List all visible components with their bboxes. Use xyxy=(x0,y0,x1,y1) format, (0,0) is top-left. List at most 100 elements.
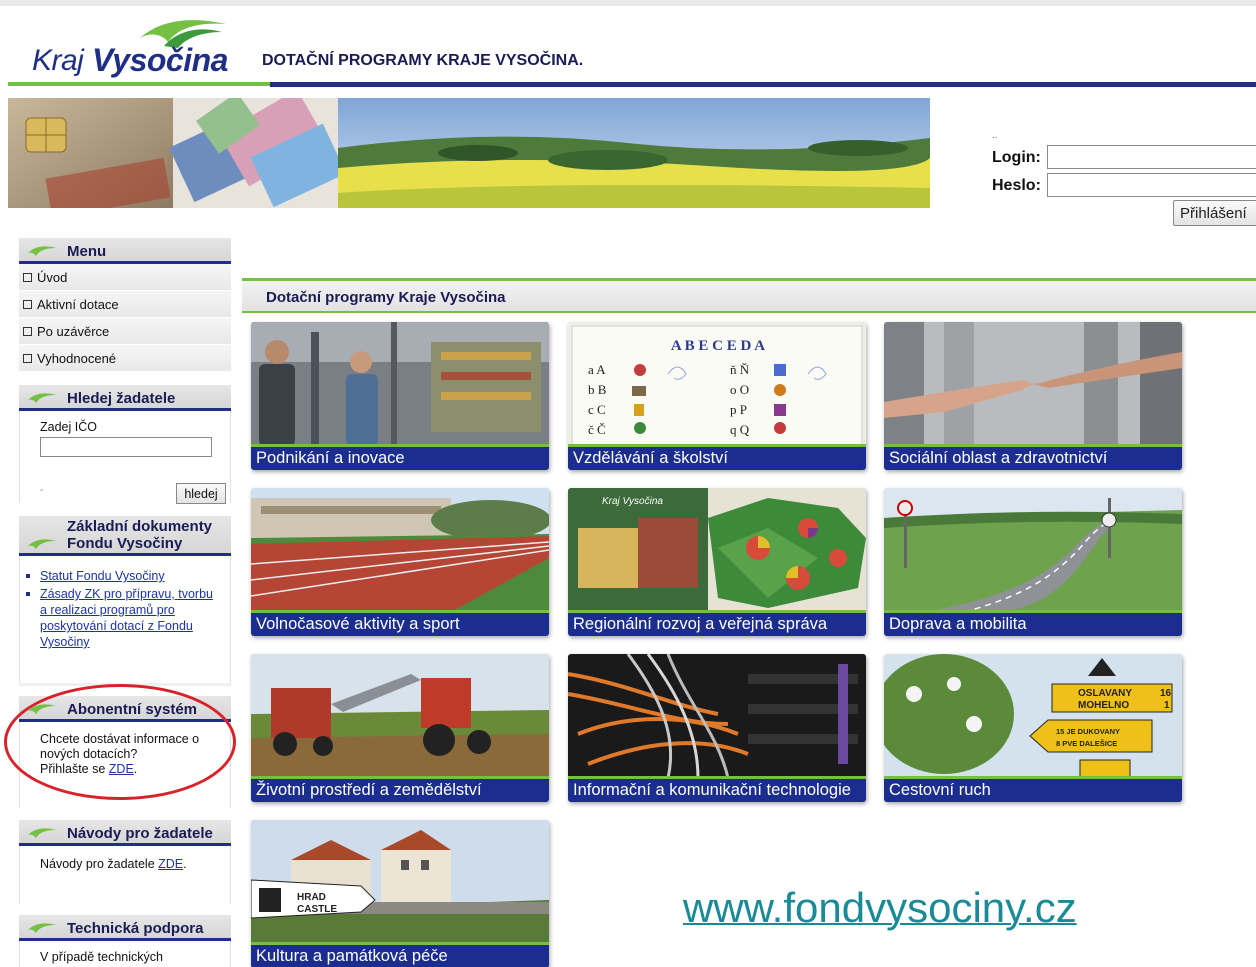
abeceda-title: A B E C E D A xyxy=(671,338,765,354)
header-banner-image xyxy=(8,98,930,208)
header-divider-navy xyxy=(270,82,1256,87)
sidebar-documents-header: Základní dokumenty Fondu Vysočiny xyxy=(19,516,231,556)
tile-image: OSLAVANY 16 MOHELNO 1 15 JE DUKOVANY 8 P… xyxy=(884,654,1182,778)
subscription-signup-text: Přihlašte se xyxy=(40,762,109,776)
sidebar-item-aktivni-dotace[interactable]: Aktivní dotace xyxy=(19,291,231,318)
checkbox-square-icon xyxy=(23,273,32,282)
tile-label: Cestovní ruch xyxy=(884,776,1182,802)
support-body: V případě technických xyxy=(19,941,231,967)
tile-vzdelavani-a-skolstvi[interactable]: A B E C E D A a A b B c C č Č ň Ň o O p … xyxy=(568,322,866,470)
tile-label: Volnočasové aktivity a sport xyxy=(251,610,549,636)
abeceda-right-1: o O xyxy=(730,382,749,397)
castle-sign2-text: CASTLE xyxy=(297,904,337,915)
tile-regionalni-rozvoj-a-verejna-sprava[interactable]: Kraj Vysočina Regionální rozvoj a veřejn… xyxy=(568,488,866,636)
login-dots: .. xyxy=(992,130,998,141)
list-item: Zásady ZK pro přípravu, tvorbu a realiza… xyxy=(26,586,220,650)
tile-label: Regionální rozvoj a veřejná správa xyxy=(568,610,866,636)
sidebar-item-uvod[interactable]: Úvod xyxy=(19,264,231,291)
abeceda-left-2: c C xyxy=(588,402,606,417)
sign-top2-num: 1 xyxy=(1164,700,1170,711)
bird-swoosh-icon xyxy=(28,828,56,838)
tile-image xyxy=(568,654,866,778)
tile-label: Kultura a památková péče xyxy=(251,942,549,967)
sidebar-guides-header: Návody pro žadatele xyxy=(19,820,231,846)
documents-title-line1: Základní dokumenty xyxy=(67,518,213,535)
subscription-zde-link[interactable]: ZDE xyxy=(109,762,134,776)
subscription-text: Chcete dostávat informace o nových dotac… xyxy=(40,732,200,761)
tile-image xyxy=(251,654,549,778)
login-submit-button[interactable]: Přihlášení xyxy=(1173,200,1256,226)
subscription-body: Chcete dostávat informace o nových dotac… xyxy=(19,722,231,808)
abeceda-left-1: b B xyxy=(588,382,607,397)
site-title: DOTAČNÍ PROGRAMY KRAJE VYSOČINA. xyxy=(262,52,584,69)
sidebar-documents: Základní dokumenty Fondu Vysočiny Statut … xyxy=(19,516,231,686)
sign-top2-text: MOHELNO xyxy=(1078,700,1129,711)
subscription-signup: Přihlašte se ZDE. xyxy=(40,762,220,777)
login-input[interactable] xyxy=(1047,145,1256,169)
abeceda-right-3: q Q xyxy=(730,422,750,437)
tile-zivotni-prostredi-a-zemedelstvi[interactable]: Životní prostředí a zemědělství xyxy=(251,654,549,802)
tile-label: Vzdělávání a školství xyxy=(568,444,866,470)
sidebar-menu: Menu Úvod Aktivní dotace Po uzávěrce Vyh… xyxy=(19,238,231,372)
statut-fondu-link[interactable]: Statut Fondu Vysočiny xyxy=(40,569,165,583)
guides-zde-link[interactable]: ZDE xyxy=(158,857,183,871)
sidebar-support-title: Technická podpora xyxy=(67,920,204,937)
tile-informacni-a-komunikacni-technologie[interactable]: Informační a komunikační technologie xyxy=(568,654,866,802)
sidebar-item-label: Aktivní dotace xyxy=(37,297,119,312)
sidebar-item-label: Po uzávěrce xyxy=(37,324,110,339)
tile-kultura-a-pamatkova-pece[interactable]: HRAD CASTLE Kultura a památková péče xyxy=(251,820,549,967)
tile-podnikani-a-inovace[interactable]: Podnikání a inovace xyxy=(251,322,549,470)
sign-left2-text: 8 PVE DALEŠICE xyxy=(1056,739,1117,748)
sidebar-menu-title: Menu xyxy=(67,243,107,260)
search-body: Zadej IČO - hledej xyxy=(19,411,231,504)
tile-image: HRAD CASTLE xyxy=(251,820,549,944)
page-title: Dotační programy Kraje Vysočina xyxy=(266,289,506,306)
sign-top-text: OSLAVANY xyxy=(1078,688,1132,699)
checkbox-square-icon xyxy=(23,354,32,363)
tile-socialni-oblast-a-zdravotnictvi[interactable]: Sociální oblast a zdravotnictví xyxy=(884,322,1182,470)
list-item: Statut Fondu Vysočiny xyxy=(26,568,220,584)
bird-swoosh-icon xyxy=(28,393,56,403)
website-link[interactable]: www.fondvysociny.cz xyxy=(683,884,1077,932)
sidebar-search-title: Hledej žadatele xyxy=(67,390,176,407)
sidebar-subscription-header: Abonentní systém xyxy=(19,696,231,722)
tile-cestovni-ruch[interactable]: OSLAVANY 16 MOHELNO 1 15 JE DUKOVANY 8 P… xyxy=(884,654,1182,802)
bird-swoosh-icon xyxy=(28,923,56,933)
tile-image xyxy=(251,322,549,446)
guides-text: Návody pro žadatele xyxy=(40,857,159,871)
sidebar-support: Technická podpora V případě technických xyxy=(19,915,231,967)
guides-suffix: . xyxy=(183,857,187,871)
kraj-vysocina-logo[interactable]: Kraj Vysočina xyxy=(30,14,230,84)
castle-sign-text: HRAD xyxy=(297,892,326,903)
sidebar-item-vyhodnocene[interactable]: Vyhodnocené xyxy=(19,345,231,372)
sidebar-documents-title: Základní dokumenty Fondu Vysočiny xyxy=(67,518,212,552)
ico-search-input[interactable] xyxy=(40,437,212,457)
sidebar-subscription-title: Abonentní systém xyxy=(67,701,198,718)
tile-image: A B E C E D A a A b B c C č Č ň Ň o O p … xyxy=(568,322,866,446)
sidebar-menu-header: Menu xyxy=(19,238,231,264)
tile-volnocasove-aktivity-a-sport[interactable]: Volnočasové aktivity a sport xyxy=(251,488,549,636)
sidebar-item-label: Vyhodnocené xyxy=(37,351,117,366)
tile-label: Podnikání a inovace xyxy=(251,444,549,470)
search-hint: - xyxy=(40,485,44,496)
guides-body: Návody pro žadatele ZDE. xyxy=(19,846,231,904)
bird-swoosh-icon xyxy=(28,246,56,256)
sidebar-guides: Návody pro žadatele Návody pro žadatele … xyxy=(19,820,231,904)
checkbox-square-icon xyxy=(23,300,32,309)
bird-swoosh-icon xyxy=(28,539,56,549)
sidebar-search-header: Hledej žadatele xyxy=(19,385,231,411)
abeceda-right-0: ň Ň xyxy=(730,362,750,377)
sidebar-search: Hledej žadatele Zadej IČO - hledej xyxy=(19,385,231,504)
search-button[interactable]: hledej xyxy=(176,483,226,504)
documents-title-line2: Fondu Vysočiny xyxy=(67,535,183,552)
checkbox-square-icon xyxy=(23,327,32,336)
tile-label: Informační a komunikační technologie xyxy=(568,776,866,802)
zasady-zk-link[interactable]: Zásady ZK pro přípravu, tvorbu a realiza… xyxy=(40,587,213,649)
page: Kraj Vysočina DOTAČNÍ PROGRAMY KRAJE VYS… xyxy=(0,6,1256,967)
password-input[interactable] xyxy=(1047,173,1256,197)
sidebar-item-po-uzaverce[interactable]: Po uzávěrce xyxy=(19,318,231,345)
tile-label: Sociální oblast a zdravotnictví xyxy=(884,444,1182,470)
abeceda-right-2: p P xyxy=(730,402,747,417)
tile-image xyxy=(884,488,1182,612)
tile-doprava-a-mobilita[interactable]: Doprava a mobilita xyxy=(884,488,1182,636)
